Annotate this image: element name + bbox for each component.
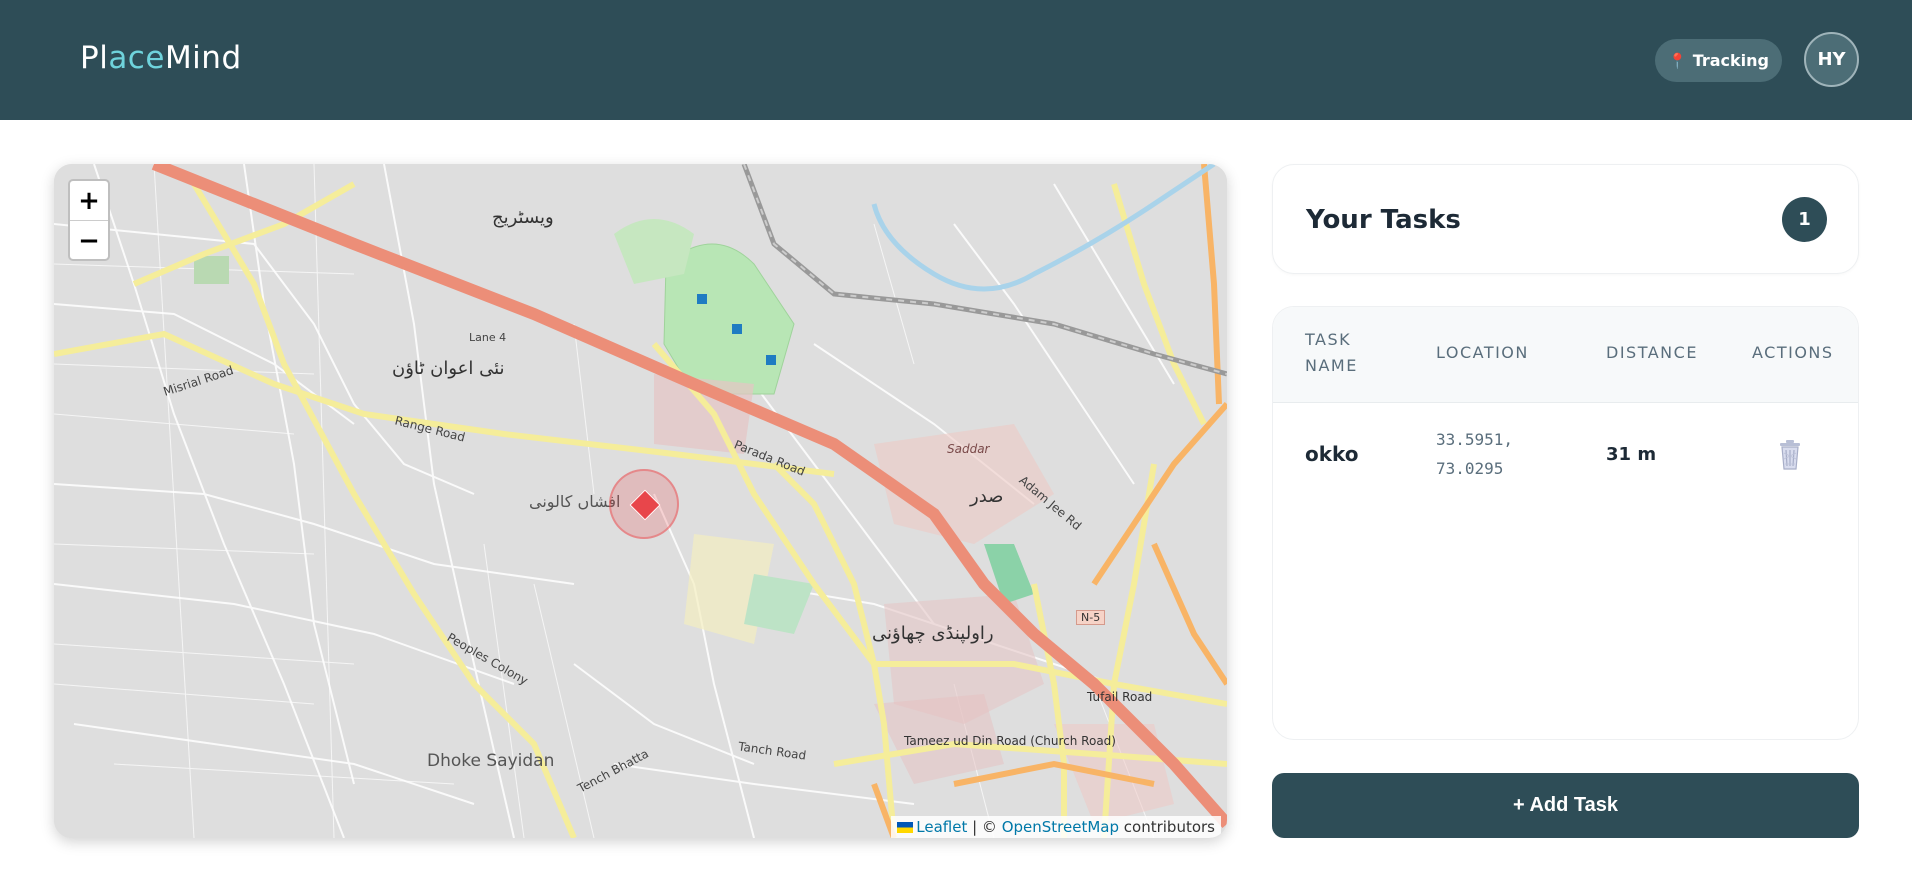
map-label: Saddar bbox=[947, 442, 990, 456]
task-location: 33.5951, 73.0295 bbox=[1436, 425, 1556, 483]
tracking-label: Tracking bbox=[1692, 51, 1769, 70]
zoom-out-button[interactable]: − bbox=[70, 221, 108, 261]
zoom-control: + − bbox=[68, 179, 110, 261]
attribution-separator: | © bbox=[967, 818, 1002, 836]
tasks-title: Your Tasks bbox=[1306, 205, 1461, 235]
map-pin-icon bbox=[629, 489, 661, 521]
map-label: افشاں کالونی bbox=[529, 492, 621, 511]
task-longitude: 73.0295 bbox=[1436, 459, 1504, 478]
tasks-header-card: Your Tasks 1 bbox=[1272, 164, 1859, 274]
tasks-table: TASK NAME LOCATION DISTANCE ACTIONS okko… bbox=[1272, 306, 1859, 740]
column-header-actions: ACTIONS bbox=[1752, 343, 1834, 362]
map-label: راولپنڈی چھاؤنی bbox=[872, 623, 994, 644]
map-label: Tameez ud Din Road (Church Road) bbox=[904, 734, 1116, 748]
logo-accent: ace bbox=[108, 40, 165, 76]
column-header-location: LOCATION bbox=[1436, 343, 1529, 362]
app-header: PlaceMind 📍 Tracking HY bbox=[0, 0, 1912, 120]
task-latitude: 33.5951, bbox=[1436, 430, 1514, 449]
task-name: okko bbox=[1305, 442, 1359, 466]
logo-suffix: Mind bbox=[164, 40, 242, 76]
location-pin-icon: 📍 bbox=[1668, 51, 1687, 70]
column-header-task-name: TASK NAME bbox=[1305, 327, 1358, 379]
trash-icon[interactable] bbox=[1775, 439, 1805, 471]
map-label: ویسٹریج bbox=[492, 207, 554, 228]
osm-link[interactable]: OpenStreetMap bbox=[1002, 818, 1119, 836]
map-attribution: Leaflet | © OpenStreetMap contributors bbox=[891, 816, 1221, 838]
attribution-suffix: contributors bbox=[1119, 818, 1215, 836]
map-label: نئی اعوان ٹاؤن bbox=[392, 358, 505, 379]
table-header: TASK NAME LOCATION DISTANCE ACTIONS bbox=[1273, 307, 1858, 403]
map-label: N-5 bbox=[1076, 610, 1106, 625]
logo-prefix: Pl bbox=[80, 40, 109, 76]
ukraine-flag-icon bbox=[897, 822, 914, 833]
app-logo[interactable]: PlaceMind bbox=[80, 40, 242, 76]
tasks-count-badge: 1 bbox=[1782, 197, 1827, 242]
map-label: صدر bbox=[970, 486, 1004, 507]
tracking-toggle-button[interactable]: 📍 Tracking bbox=[1655, 39, 1782, 82]
map-label: Lane 4 bbox=[469, 331, 507, 344]
map-label: Tufail Road bbox=[1087, 690, 1153, 704]
map-view[interactable]: Dhoke Sayidan Saddar Lane 4 Range Road P… bbox=[54, 164, 1227, 838]
zoom-in-button[interactable]: + bbox=[70, 181, 108, 221]
column-header-distance: DISTANCE bbox=[1606, 343, 1698, 362]
leaflet-link[interactable]: Leaflet bbox=[916, 818, 967, 836]
column-header-task-line1: TASK bbox=[1305, 330, 1352, 349]
map-label: Dhoke Sayidan bbox=[427, 751, 555, 771]
task-distance: 31 m bbox=[1606, 444, 1657, 465]
add-task-button[interactable]: + Add Task bbox=[1272, 773, 1859, 838]
column-header-task-line2: NAME bbox=[1305, 356, 1358, 375]
user-avatar[interactable]: HY bbox=[1804, 32, 1859, 87]
task-marker[interactable] bbox=[609, 469, 679, 539]
